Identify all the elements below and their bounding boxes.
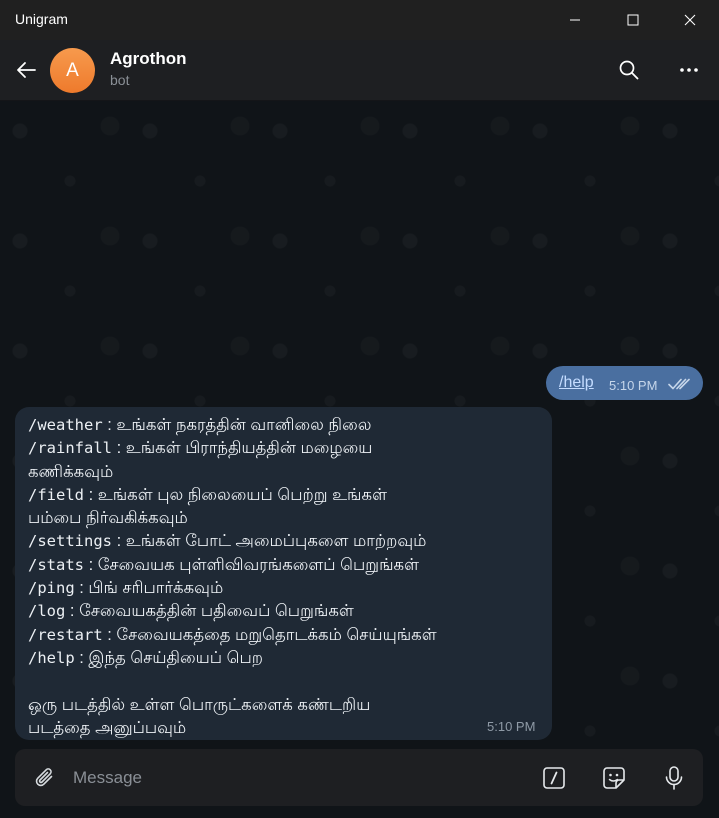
bot-command[interactable]: /weather bbox=[28, 416, 103, 434]
bot-command[interactable]: /stats bbox=[28, 556, 84, 574]
message-line bbox=[28, 670, 548, 693]
bot-command[interactable]: /help bbox=[28, 649, 75, 667]
chat-header: A Agrothon bot bbox=[0, 40, 719, 101]
double-check-icon bbox=[668, 377, 692, 396]
command-description: : உங்கள் பிராந்தியத்தின் மழையை bbox=[112, 439, 373, 458]
microphone-icon bbox=[665, 766, 683, 790]
command-description: : இந்த செய்தியைப் பெற bbox=[74, 648, 264, 667]
bot-command[interactable]: /ping bbox=[28, 579, 75, 597]
message-time: 5:10 PM bbox=[487, 719, 536, 734]
outgoing-message[interactable]: /help 5:10 PM bbox=[546, 366, 703, 400]
sticker-icon bbox=[603, 767, 625, 789]
sticker-button[interactable] bbox=[598, 762, 630, 794]
close-icon bbox=[684, 14, 696, 26]
maximize-button[interactable] bbox=[604, 0, 662, 40]
command-description: : உங்கள் புல நிலையைப் பெற்று உங்கள் bbox=[84, 485, 387, 504]
maximize-icon bbox=[627, 14, 639, 26]
minimize-button[interactable] bbox=[546, 0, 604, 40]
bot-command[interactable]: /restart bbox=[28, 626, 103, 644]
bot-commands-button[interactable] bbox=[538, 762, 570, 794]
bot-command[interactable]: /field bbox=[28, 486, 84, 504]
avatar[interactable]: A bbox=[50, 48, 95, 93]
message-line: படத்தை அனுப்பவும் bbox=[28, 717, 548, 740]
microphone-button[interactable] bbox=[658, 762, 690, 794]
command-description: ஒரு படத்தில் உள்ள பொருட்களைக் கண்டறிய bbox=[28, 695, 371, 714]
message-line: /stats : சேவையக புள்ளிவிவரங்களைப் பெறுங்… bbox=[28, 554, 548, 577]
message-line: /weather : உங்கள் நகரத்தின் வானிலை நிலை bbox=[28, 414, 548, 437]
message-line: /settings : உங்கள் போட் அமைப்புகளை மாற்ற… bbox=[28, 530, 548, 553]
message-line: /rainfall : உங்கள் பிராந்தியத்தின் மழையை bbox=[28, 437, 548, 460]
message-line: ஒரு படத்தில் உள்ள பொருட்களைக் கண்டறிய bbox=[28, 694, 548, 717]
window-titlebar: Unigram bbox=[0, 0, 719, 40]
attach-button[interactable] bbox=[29, 762, 61, 794]
minimize-icon bbox=[570, 19, 580, 21]
chat-title[interactable]: Agrothon bbox=[110, 49, 186, 69]
more-button[interactable] bbox=[673, 54, 705, 86]
command-description: : சேவையகத்தை மறுதொடக்கம் செய்யுங்கள் bbox=[102, 625, 437, 644]
avatar-letter: A bbox=[66, 59, 79, 81]
command-description: : சேவையகத்தின் பதிவைப் பெறுங்கள் bbox=[65, 602, 354, 621]
message-line: /field : உங்கள் புல நிலையைப் பெற்று உங்க… bbox=[28, 484, 548, 507]
search-button[interactable] bbox=[613, 54, 645, 86]
command-description: பம்பை நிர்வகிக்கவும் bbox=[28, 509, 188, 528]
message-line: கணிக்கவும் bbox=[28, 461, 548, 484]
chat-subtitle: bot bbox=[110, 72, 130, 88]
command-description: கணிக்கவும் bbox=[28, 462, 114, 481]
message-composer bbox=[15, 749, 703, 806]
message-text: /weather : உங்கள் நகரத்தின் வானிலை நிலை … bbox=[28, 414, 548, 740]
bot-command[interactable]: /settings bbox=[28, 532, 112, 550]
message-input[interactable] bbox=[73, 763, 513, 793]
bot-command[interactable]: /rainfall bbox=[28, 439, 112, 457]
command-description: : பிங் சரிபார்க்கவும் bbox=[74, 579, 224, 598]
message-line: /log : சேவையகத்தின் பதிவைப் பெறுங்கள் bbox=[28, 600, 548, 623]
incoming-message[interactable]: /weather : உங்கள் நகரத்தின் வானிலை நிலை … bbox=[15, 407, 552, 740]
command-description: : சேவையக புள்ளிவிவரங்களைப் பெறுங்கள் bbox=[84, 555, 419, 574]
command-description: : உங்கள் போட் அமைப்புகளை மாற்றவும் bbox=[112, 532, 427, 551]
close-button[interactable] bbox=[661, 0, 719, 40]
message-line: /ping : பிங் சரிபார்க்கவும் bbox=[28, 577, 548, 600]
message-line: /restart : சேவையகத்தை மறுதொடக்கம் செய்யு… bbox=[28, 624, 548, 647]
paperclip-icon bbox=[35, 768, 53, 787]
command-description: : உங்கள் நகரத்தின் வானிலை நிலை bbox=[102, 416, 372, 434]
search-icon bbox=[619, 60, 639, 80]
back-arrow-icon bbox=[17, 62, 36, 78]
bot-command[interactable]: /log bbox=[28, 602, 65, 620]
command-link[interactable]: /help bbox=[559, 374, 594, 392]
slash-command-icon bbox=[543, 767, 565, 789]
more-icon bbox=[680, 68, 698, 72]
back-button[interactable] bbox=[10, 54, 42, 86]
message-line: /help : இந்த செய்தியைப் பெற bbox=[28, 647, 548, 670]
command-description: படத்தை அனுப்பவும் bbox=[28, 718, 187, 737]
message-line: பம்பை நிர்வகிக்கவும் bbox=[28, 507, 548, 530]
message-time: 5:10 PM bbox=[609, 378, 658, 393]
window-title: Unigram bbox=[15, 11, 68, 27]
